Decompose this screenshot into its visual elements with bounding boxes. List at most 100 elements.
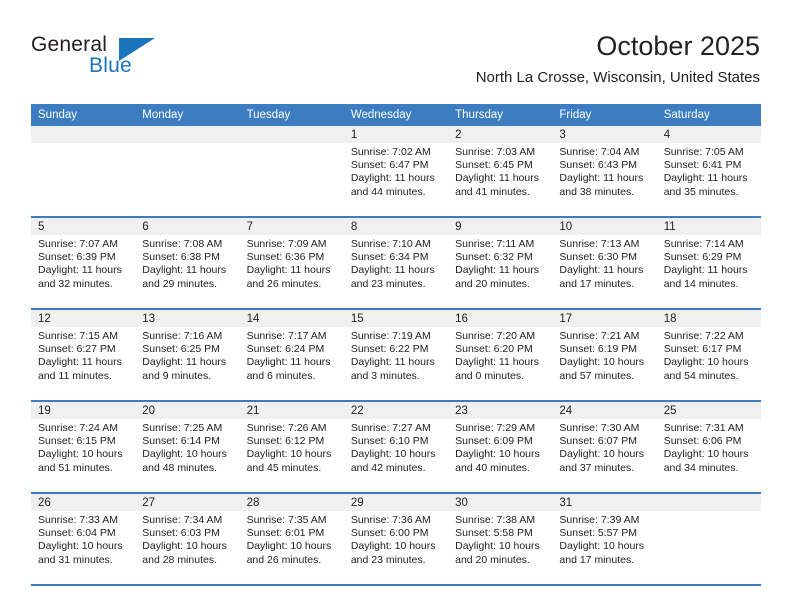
sunrise-text: Sunrise: 7:36 AM [350, 514, 431, 526]
daylight-text-line1: Daylight: 10 hours [663, 356, 749, 369]
daylight-text-line2: and 44 minutes. [350, 185, 426, 198]
sunrise-text: Sunrise: 7:25 AM [142, 422, 223, 434]
day-number: 19 [31, 402, 136, 419]
day-number: 5 [31, 218, 136, 235]
daylight-text-line2: and 42 minutes. [350, 461, 426, 474]
daylight-text-line1: Daylight: 10 hours [38, 448, 123, 461]
day-details: Sunrise: 7:35 AM Sunset: 6:01 PM Daylight:… [240, 511, 344, 567]
calendar-day-cell[interactable]: 8 Sunrise: 7:10 AM Sunset: 6:34 PM Daylight… [343, 217, 449, 310]
sunrise-text: Sunrise: 7:13 AM [559, 238, 640, 250]
daylight-text-line1: Daylight: 10 hours [559, 540, 645, 553]
calendar-day-cell[interactable]: 4 Sunrise: 7:05 AM Sunset: 6:41 PM Daylight… [656, 126, 761, 218]
calendar-day-cell[interactable]: 13 Sunrise: 7:16 AM Sunset: 6:25 PM Dayligh… [135, 309, 240, 402]
calendar-day-cell[interactable]: 27 Sunrise: 7:34 AM Sunset: 6:03 PM Dayligh… [135, 493, 240, 586]
daylight-text-line1: Daylight: 11 hours [350, 172, 435, 185]
day-details: Sunrise: 7:20 AM Sunset: 6:20 PM Daylight:… [448, 327, 552, 383]
daylight-text-line2: and 20 minutes. [455, 553, 530, 566]
weekday-header-friday: Friday [552, 104, 657, 126]
sunset-text: Sunset: 6:19 PM [559, 343, 638, 356]
day-details: Sunrise: 7:21 AM Sunset: 6:19 PM Daylight:… [552, 327, 656, 383]
calendar-day-cell[interactable]: 14 Sunrise: 7:17 AM Sunset: 6:24 PM Dayligh… [239, 309, 344, 402]
calendar-day-cell[interactable]: 20 Sunrise: 7:25 AM Sunset: 6:14 PM Dayligh… [135, 401, 240, 494]
calendar-day-cell[interactable]: 2 Sunrise: 7:03 AM Sunset: 6:45 PM Daylight… [448, 126, 553, 218]
sunset-text: Sunset: 6:36 PM [246, 251, 325, 264]
daylight-text-line1: Daylight: 11 hours [455, 172, 539, 185]
calendar-day-cell[interactable]: 21 Sunrise: 7:26 AM Sunset: 6:12 PM Dayligh… [239, 401, 344, 494]
calendar-day-cell[interactable]: 31 Sunrise: 7:39 AM Sunset: 5:57 PM Dayligh… [552, 493, 657, 586]
sunrise-text: Sunrise: 7:16 AM [142, 330, 223, 342]
calendar-day-cell[interactable]: 11 Sunrise: 7:14 AM Sunset: 6:29 PM Dayligh… [656, 217, 761, 310]
daylight-text-line2: and 11 minutes. [38, 369, 112, 382]
daylight-text-line2: and 41 minutes. [455, 185, 530, 198]
daylight-text-line1: Daylight: 11 hours [142, 356, 227, 369]
sunrise-text: Sunrise: 7:08 AM [142, 238, 223, 250]
day-details: Sunrise: 7:22 AM Sunset: 6:17 PM Daylight:… [657, 327, 761, 383]
daylight-text-line2: and 28 minutes. [142, 553, 217, 566]
sunset-text: Sunset: 6:10 PM [350, 435, 429, 448]
sunrise-text: Sunrise: 7:29 AM [455, 422, 536, 434]
calendar-day-cell[interactable]: 10 Sunrise: 7:13 AM Sunset: 6:30 PM Dayligh… [552, 217, 657, 310]
daylight-text-line1: Daylight: 11 hours [663, 264, 748, 277]
day-details: Sunrise: 7:30 AM Sunset: 6:07 PM Daylight:… [552, 419, 656, 475]
sunrise-text: Sunrise: 7:05 AM [663, 146, 744, 158]
calendar-day-cell[interactable]: 1 Sunrise: 7:02 AM Sunset: 6:47 PM Daylight… [343, 126, 449, 218]
sunrise-text: Sunrise: 7:19 AM [350, 330, 431, 342]
sunset-text: Sunset: 5:57 PM [559, 527, 638, 540]
sunset-text: Sunset: 5:58 PM [455, 527, 533, 540]
daylight-text-line2: and 35 minutes. [663, 185, 739, 198]
day-details: Sunrise: 7:31 AM Sunset: 6:06 PM Daylight:… [657, 419, 761, 475]
day-number: 12 [31, 310, 136, 327]
day-details: Sunrise: 7:05 AM Sunset: 6:41 PM Daylight:… [657, 143, 761, 199]
day-details: Sunrise: 7:11 AM Sunset: 6:32 PM Daylight:… [448, 235, 552, 291]
daylight-text-line1: Daylight: 11 hours [663, 172, 748, 185]
calendar-day-cell[interactable]: 5 Sunrise: 7:07 AM Sunset: 6:39 PM Daylight… [31, 217, 136, 310]
calendar-day-cell[interactable]: 23 Sunrise: 7:29 AM Sunset: 6:09 PM Dayligh… [448, 401, 553, 494]
calendar-day-cell[interactable]: 9 Sunrise: 7:11 AM Sunset: 6:32 PM Daylight… [448, 217, 553, 310]
sunrise-text: Sunrise: 7:07 AM [38, 238, 118, 250]
calendar-day-cell[interactable]: 24 Sunrise: 7:30 AM Sunset: 6:07 PM Dayligh… [552, 401, 657, 494]
day-details: Sunrise: 7:25 AM Sunset: 6:14 PM Daylight:… [135, 419, 239, 475]
day-number: 11 [656, 218, 761, 235]
daylight-text-line1: Daylight: 10 hours [38, 540, 123, 553]
calendar-day-cell[interactable]: 26 Sunrise: 7:33 AM Sunset: 6:04 PM Dayligh… [31, 493, 136, 586]
sunset-text: Sunset: 6:34 PM [350, 251, 429, 264]
calendar-day-cell[interactable]: 29 Sunrise: 7:36 AM Sunset: 6:00 PM Dayligh… [343, 493, 449, 586]
calendar-day-cell[interactable]: 22 Sunrise: 7:27 AM Sunset: 6:10 PM Dayligh… [343, 401, 449, 494]
calendar-week-row: 5 Sunrise: 7:07 AM Sunset: 6:39 PM Daylight… [31, 217, 761, 310]
calendar-day-cell[interactable]: 6 Sunrise: 7:08 AM Sunset: 6:38 PM Daylight… [135, 217, 240, 310]
calendar-day-cell-empty [239, 126, 344, 218]
daylight-text-line2: and 51 minutes. [38, 461, 113, 474]
sunset-text: Sunset: 6:29 PM [663, 251, 742, 264]
sunrise-text: Sunrise: 7:14 AM [663, 238, 744, 250]
sunrise-text: Sunrise: 7:27 AM [350, 422, 431, 434]
day-number: 29 [343, 494, 449, 511]
day-number: 9 [448, 218, 553, 235]
calendar-day-cell[interactable]: 30 Sunrise: 7:38 AM Sunset: 5:58 PM Dayligh… [448, 493, 553, 586]
calendar-day-cell[interactable]: 12 Sunrise: 7:15 AM Sunset: 6:27 PM Dayligh… [31, 309, 136, 402]
sunset-text: Sunset: 6:32 PM [455, 251, 533, 264]
calendar-day-cell[interactable]: 15 Sunrise: 7:19 AM Sunset: 6:22 PM Dayligh… [343, 309, 449, 402]
calendar-day-cell[interactable]: 17 Sunrise: 7:21 AM Sunset: 6:19 PM Dayligh… [552, 309, 657, 402]
calendar-day-cell[interactable]: 28 Sunrise: 7:35 AM Sunset: 6:01 PM Dayligh… [239, 493, 344, 586]
calendar-day-cell[interactable]: 3 Sunrise: 7:04 AM Sunset: 6:43 PM Daylight… [552, 126, 657, 218]
sunrise-text: Sunrise: 7:35 AM [246, 514, 327, 526]
calendar-page: General Blue October 2025 North La Cross… [0, 0, 792, 612]
daylight-text-line1: Daylight: 11 hours [455, 264, 539, 277]
sunset-text: Sunset: 6:12 PM [246, 435, 325, 448]
calendar-day-cell[interactable]: 16 Sunrise: 7:20 AM Sunset: 6:20 PM Dayligh… [448, 309, 553, 402]
day-number: 2 [448, 126, 553, 143]
calendar-day-cell[interactable]: 18 Sunrise: 7:22 AM Sunset: 6:17 PM Dayligh… [656, 309, 761, 402]
sunset-text: Sunset: 6:00 PM [350, 527, 429, 540]
calendar-day-cell[interactable]: 7 Sunrise: 7:09 AM Sunset: 6:36 PM Daylight… [239, 217, 344, 310]
sunset-text: Sunset: 6:38 PM [142, 251, 220, 264]
sunrise-text: Sunrise: 7:30 AM [559, 422, 640, 434]
brand-logo[interactable]: General Blue [31, 33, 231, 91]
day-number: 13 [135, 310, 240, 327]
sunset-text: Sunset: 6:14 PM [142, 435, 220, 448]
weekday-header-wednesday: Wednesday [343, 104, 449, 126]
calendar-day-cell[interactable]: 19 Sunrise: 7:24 AM Sunset: 6:15 PM Dayligh… [31, 401, 136, 494]
day-details: Sunrise: 7:17 AM Sunset: 6:24 PM Daylight:… [240, 327, 344, 383]
calendar-day-cell[interactable]: 25 Sunrise: 7:31 AM Sunset: 6:06 PM Dayligh… [656, 401, 761, 494]
daylight-text-line2: and 37 minutes. [559, 461, 635, 474]
day-number [656, 494, 761, 511]
